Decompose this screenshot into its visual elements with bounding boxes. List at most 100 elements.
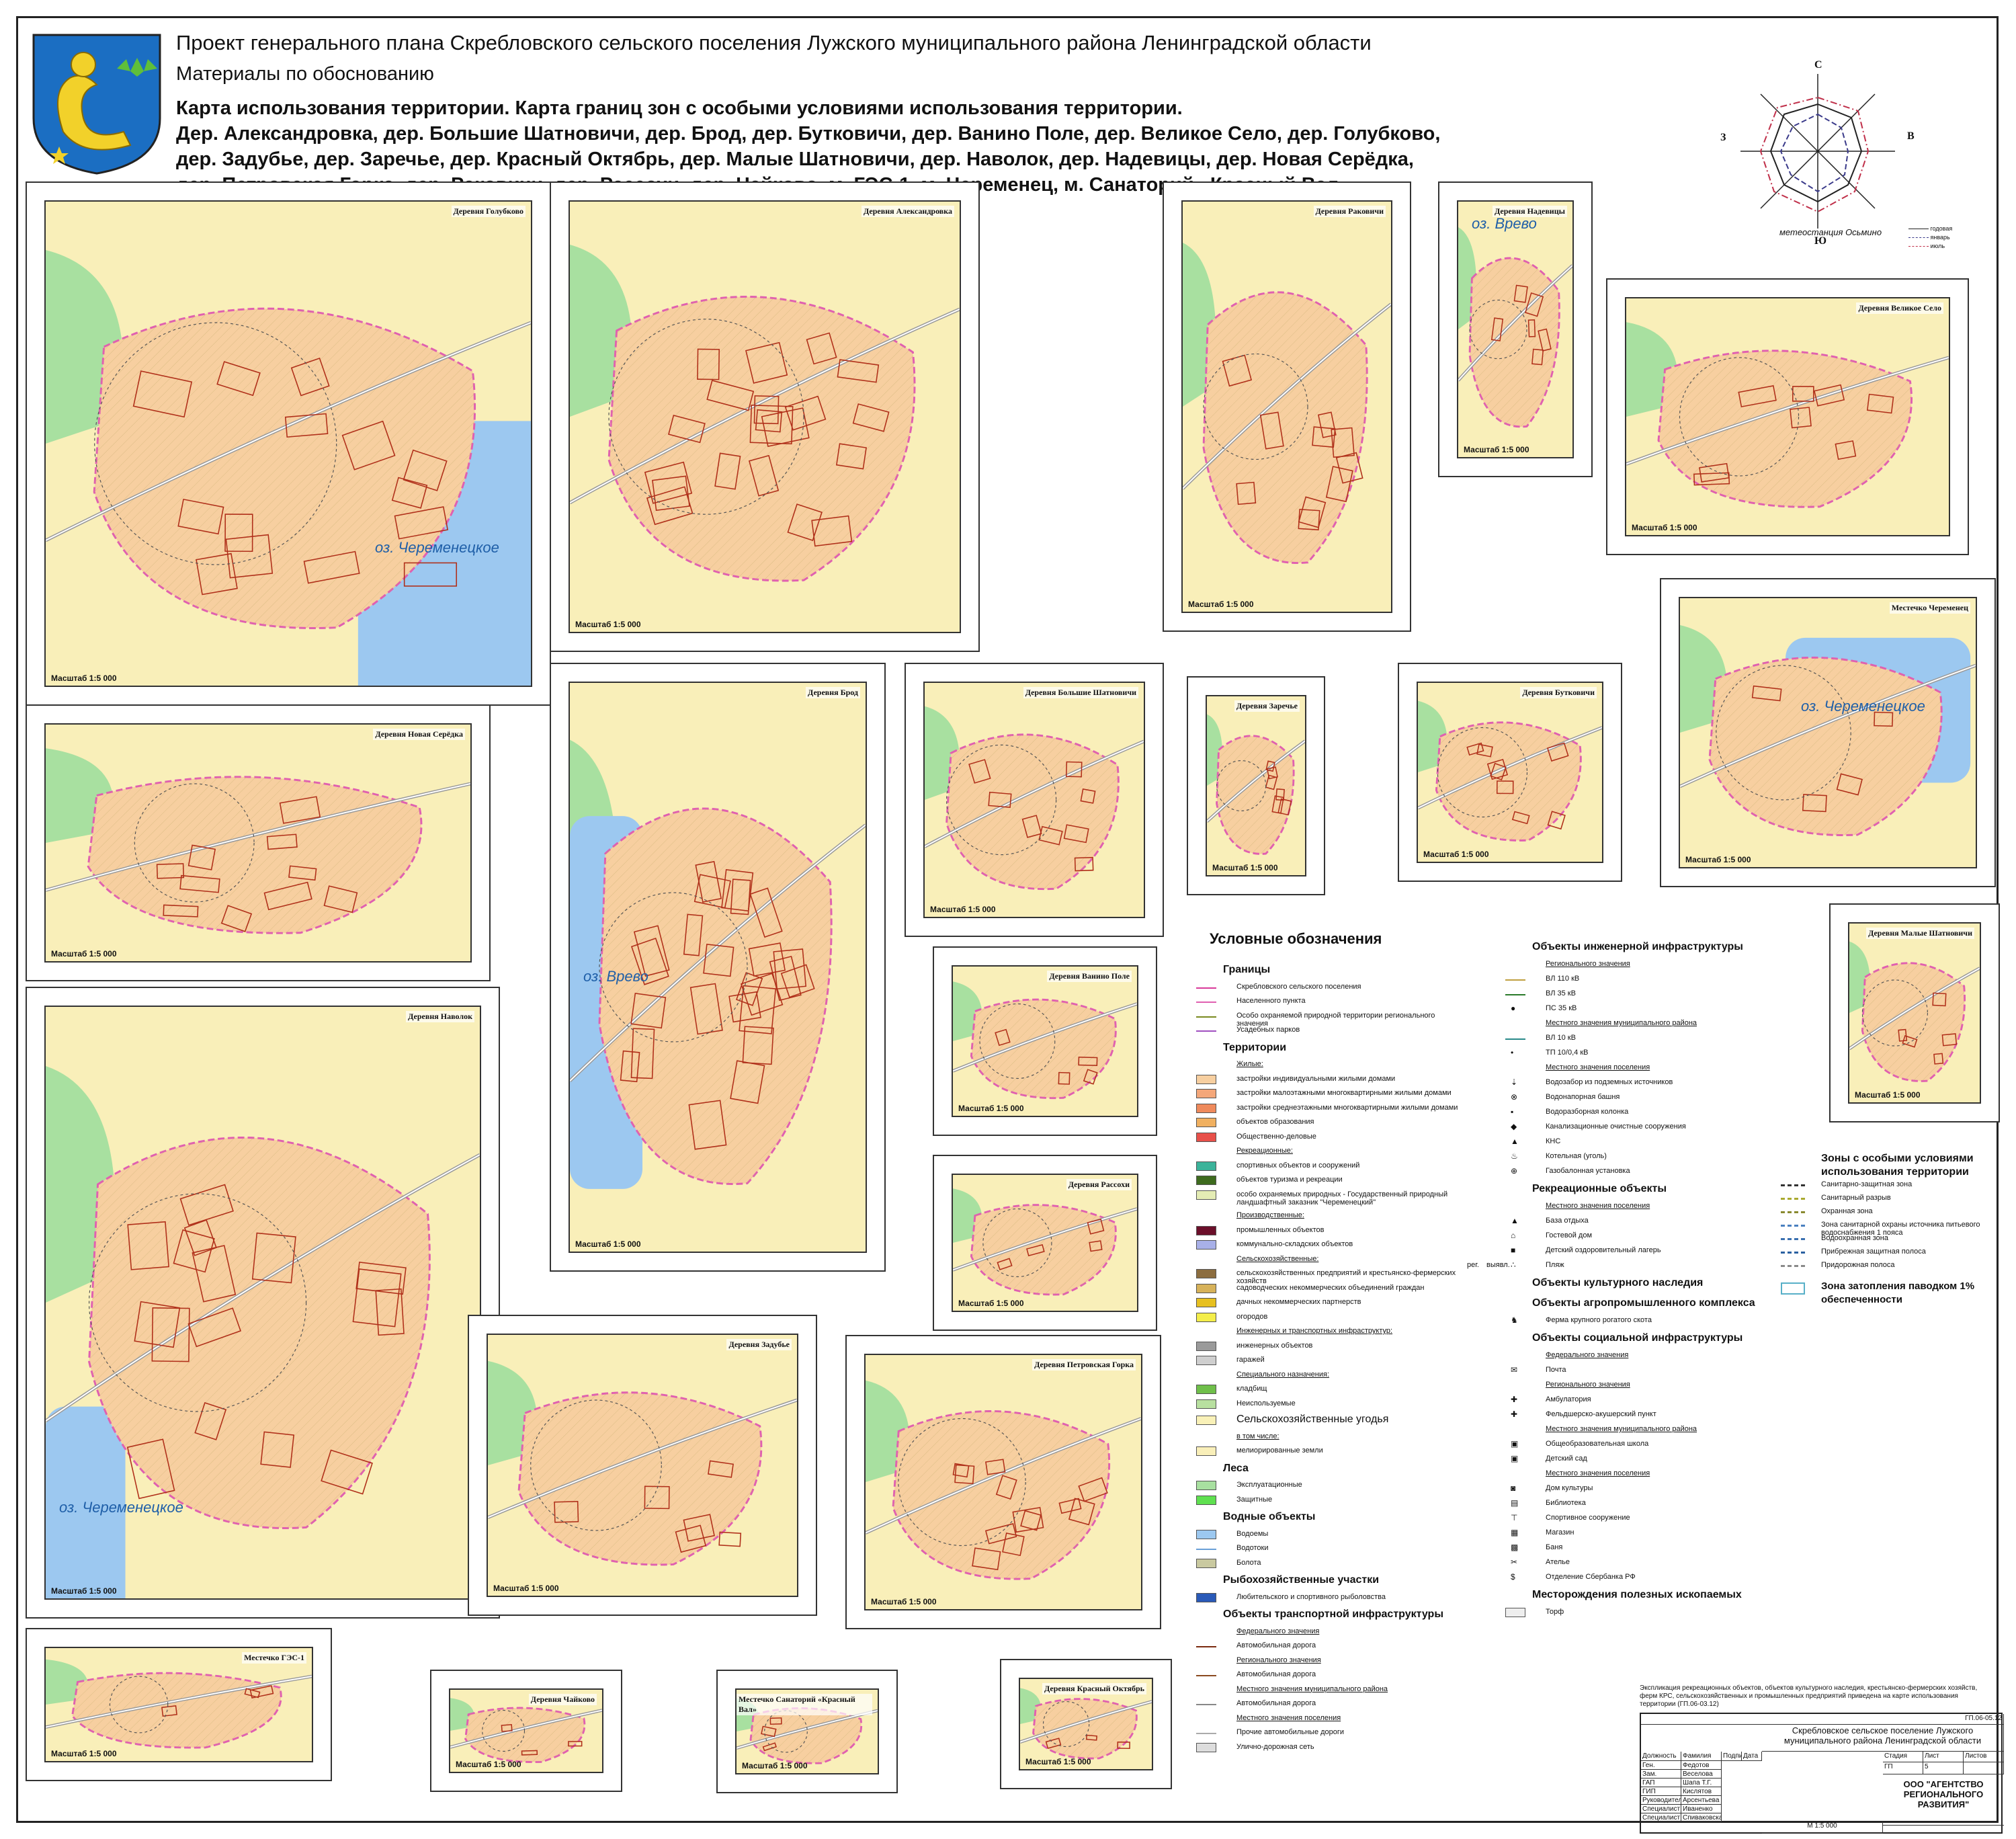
- legend-swatch: [1196, 1558, 1216, 1568]
- legend-item: Отделение Сбербанка РФ: [1546, 1573, 1636, 1581]
- legend-item: особо охраняемых природных - Государстве…: [1236, 1190, 1448, 1207]
- legend-item: Пляж: [1546, 1261, 1564, 1269]
- legend-item: Детский сад: [1546, 1455, 1587, 1463]
- map-scale-label: Масштаб 1:5 000: [51, 673, 117, 683]
- legend-icon: ▲: [1511, 1137, 1519, 1146]
- map-panel: Деревня Великое Село Масштаб 1:5 000: [1606, 278, 1969, 555]
- map-area[interactable]: Местечко ГЭС-1 Масштаб 1:5 000: [44, 1647, 313, 1762]
- stamp-sheet-label: Лист: [1923, 1752, 1964, 1762]
- legend-item: объектов туризма и рекреации: [1236, 1176, 1343, 1184]
- map-area[interactable]: Деревня Заречье Масштаб 1:5 000: [1206, 695, 1306, 876]
- legend-item: Болота: [1236, 1558, 1261, 1567]
- header-line4: Дер. Александровка, дер. Большие Шатнови…: [176, 123, 1441, 145]
- legend-swatch: [1196, 1312, 1216, 1322]
- map-area[interactable]: Деревня Петровская Горка Масштаб 1:5 000: [864, 1354, 1142, 1610]
- legend-zone-item: Придорожная полоса: [1821, 1261, 1895, 1269]
- legend-item: Местного значения поселения: [1546, 1202, 1650, 1210]
- legend-item: Магазин: [1546, 1528, 1574, 1537]
- map-scale-label: Масштаб 1:5 000: [930, 905, 996, 914]
- map-area[interactable]: Деревня Задубье Масштаб 1:5 000: [487, 1334, 798, 1597]
- legend-item: Автомобильная дорога: [1236, 1699, 1316, 1707]
- map-area[interactable]: Деревня Бутковичи Масштаб 1:5 000: [1417, 682, 1603, 863]
- legend-item: Гостевой дом: [1546, 1231, 1593, 1239]
- legend-item: Эксплуатационные: [1236, 1481, 1302, 1489]
- legend-swatch: [1196, 1074, 1216, 1084]
- stamp-person: Иваненко Н.И.: [1681, 1805, 1722, 1813]
- map-drawing: [570, 202, 960, 632]
- legend-item: Общественно-деловые: [1236, 1132, 1316, 1141]
- legend-section: Объекты транспортной инфраструктуры: [1223, 1608, 1443, 1620]
- legend-item: Регионального значения: [1546, 1381, 1630, 1389]
- map-area[interactable]: Деревня Голубково оз. Череменецкое Масштаб…: [44, 200, 532, 687]
- map-panel: Деревня Ванино Поле Масштаб 1:5 000: [933, 946, 1157, 1136]
- legend-swatch: [1196, 1118, 1216, 1127]
- header-line5: дер. Задубье, дер. Заречье, дер. Красный…: [176, 149, 1414, 170]
- legend-item: Ферма крупного рогатого скота: [1546, 1316, 1652, 1324]
- legend-swatch: [1196, 1283, 1216, 1293]
- map-scale-label: Масштаб 1:5 000: [1212, 863, 1278, 872]
- map-panel-title: Местечко ГЭС-1: [242, 1652, 306, 1664]
- legend-item: садоводческих некоммерческих объединений…: [1236, 1283, 1425, 1292]
- map-area[interactable]: Деревня Чайково Масштаб 1:5 000: [449, 1688, 603, 1773]
- legend-zone-symbol: [1781, 1265, 1805, 1267]
- map-area[interactable]: Деревня Надевицы оз. Врево Масштаб 1:5 000: [1457, 200, 1574, 458]
- legend-item: Населенного пункта: [1236, 997, 1306, 1005]
- map-area[interactable]: Деревня Александровка Масштаб 1:5 000: [569, 200, 961, 633]
- legend-item: ВЛ 110 кВ: [1546, 975, 1580, 983]
- map-panel-title: Деревня Рассохи: [1066, 1179, 1132, 1190]
- map-area[interactable]: Деревня Новая Серёдка Масштаб 1:5 000: [44, 723, 472, 963]
- wind-rose-station: метеостанция Осьмино: [1779, 227, 1882, 237]
- legend-item: в том числе:: [1236, 1432, 1279, 1440]
- legend-icon: ▪: [1511, 1107, 1514, 1116]
- legend-item: КНС: [1546, 1137, 1561, 1145]
- legend-item: Автомобильная дорога: [1236, 1670, 1316, 1678]
- legend-zone-symbol: [1781, 1225, 1805, 1227]
- lake-label: оз. Череменецкое: [1801, 698, 1925, 714]
- map-scale-label: Масштаб 1:5 000: [51, 1586, 117, 1596]
- map-scale-label: Масштаб 1:5 000: [1464, 445, 1529, 454]
- legend-zone-item: Санитарно-защитная зона: [1821, 1180, 1913, 1188]
- map-area[interactable]: Деревня Раковичи Масштаб 1:5 000: [1181, 200, 1392, 613]
- map-scale-label: Масштаб 1:5 000: [575, 620, 641, 629]
- legend-item: ВЛ 10 кВ: [1546, 1034, 1576, 1042]
- map-area[interactable]: Деревня Брод оз. Врево Масштаб 1:5 000: [569, 682, 867, 1253]
- map-area[interactable]: Деревня Большие Шатновичи Масштаб 1:5 000: [923, 682, 1145, 918]
- legend-item: мелиорированные земли: [1236, 1446, 1323, 1455]
- map-panel-title: Деревня Голубково: [451, 206, 526, 217]
- legend-item: Торф: [1546, 1608, 1564, 1616]
- legend-swatch: [1196, 1481, 1216, 1490]
- legend-item: застройки малоэтажными многоквартирными …: [1236, 1089, 1452, 1097]
- stamp-col-header: Дата: [1742, 1752, 1762, 1761]
- legend-item: Местного значения поселения: [1236, 1713, 1341, 1722]
- map-area[interactable]: Деревня Великое Село Масштаб 1:5 000: [1625, 297, 1950, 536]
- legend-icon: ⇣: [1511, 1077, 1518, 1087]
- legend-swatch: [1196, 1176, 1216, 1185]
- map-area[interactable]: Местечко Санаторий «Красный Вал» Масштаб …: [735, 1688, 879, 1774]
- map-scale-label: Масштаб 1:5 000: [51, 1749, 117, 1758]
- legend-item: Специального назначения:: [1236, 1370, 1330, 1379]
- map-area[interactable]: Деревня Рассохи Масштаб 1:5 000: [952, 1174, 1138, 1312]
- legend-item: Дом культуры: [1546, 1484, 1593, 1492]
- legend-line-symbol: [1196, 1675, 1216, 1676]
- stamp-person: Арсентьева А.О.: [1681, 1796, 1722, 1805]
- legend-swatch: [1196, 1385, 1216, 1394]
- legend-icon: •: [1511, 1048, 1514, 1057]
- map-area[interactable]: Местечко Череменец оз. Череменецкое Масшта…: [1679, 597, 1977, 868]
- legend-icon: ▲: [1511, 1216, 1519, 1225]
- map-panel: Деревня Брод оз. Врево Масштаб 1:5 000: [550, 663, 886, 1272]
- map-panel-title: Деревня Наволок: [406, 1011, 474, 1022]
- stamp-role: Ген. директор: [1641, 1761, 1681, 1770]
- legend-item: Неиспользуемые: [1236, 1399, 1296, 1407]
- map-area[interactable]: Деревня Наволок оз. Череменецкое Масштаб 1…: [44, 1006, 481, 1600]
- map-area[interactable]: Деревня Красный Октябрь Масштаб 1:5 000: [1019, 1678, 1153, 1770]
- legend-item: Особо охраняемой природной территории ре…: [1236, 1011, 1435, 1028]
- wind-rose-legend: годовая январь июль: [1908, 224, 1952, 251]
- legend-swatch: [1196, 1495, 1216, 1505]
- legend-item: Сельскохозяйственные:: [1236, 1254, 1319, 1263]
- map-panel: Деревня Бутковичи Масштаб 1:5 000: [1398, 663, 1622, 882]
- legend-line-symbol: [1505, 1038, 1525, 1040]
- map-area[interactable]: Деревня Ванино Поле Масштаб 1:5 000: [952, 965, 1138, 1117]
- title-block: ГП.06-05.12 Скребловское сельское поселе…: [1640, 1713, 2004, 1834]
- legend: Условные обозначения Границы Скребловског…: [1196, 930, 2003, 1752]
- map-panel-title: Деревня Красный Октябрь: [1042, 1683, 1146, 1694]
